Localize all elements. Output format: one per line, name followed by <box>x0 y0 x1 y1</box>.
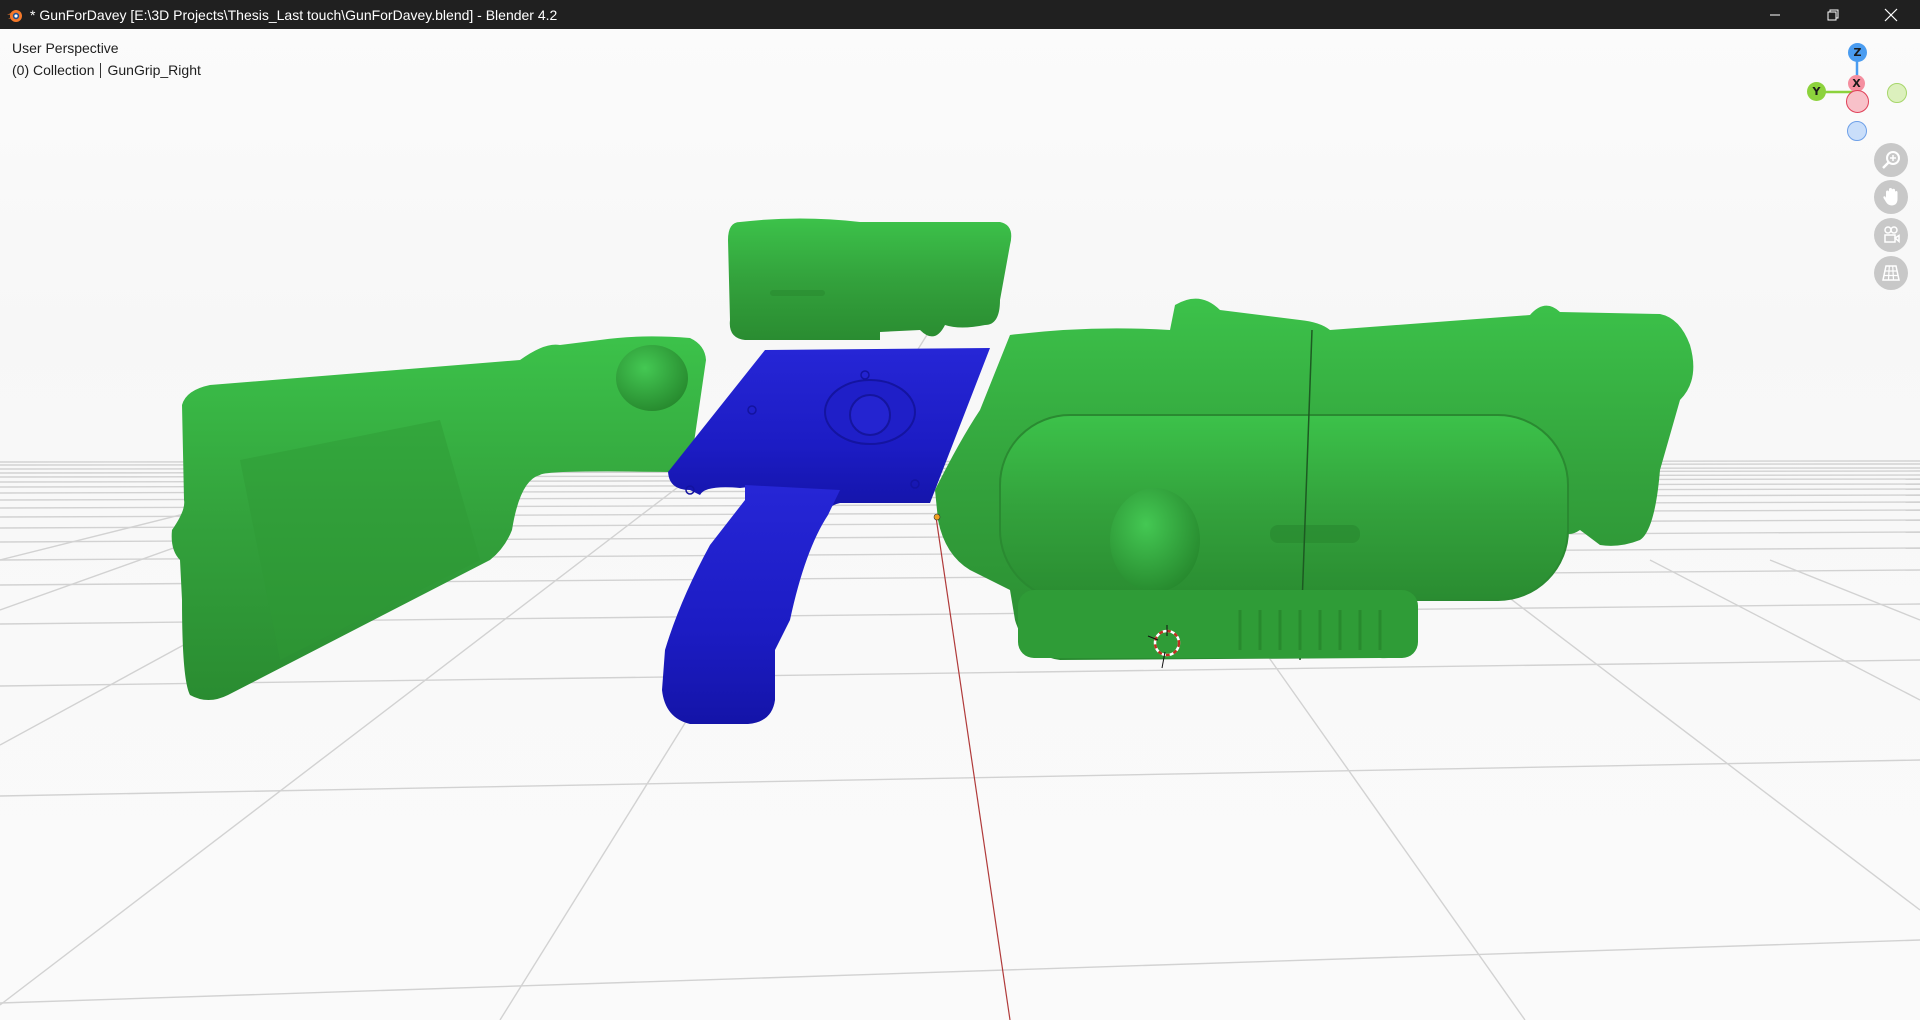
barrel-knob <box>1110 488 1200 592</box>
camera-icon <box>1884 226 1900 244</box>
separator <box>100 63 102 78</box>
restore-icon <box>1827 9 1839 20</box>
gizmo-neg-z[interactable] <box>1847 121 1867 141</box>
gizmo-y-axis[interactable]: Y <box>1807 82 1826 101</box>
close-button[interactable] <box>1862 0 1920 29</box>
object-origin <box>933 513 941 521</box>
title-bar: * GunForDavey [E:\3D Projects\Thesis_Las… <box>0 0 1920 29</box>
collection-info: (0) Collection GunGrip_Right <box>12 62 201 78</box>
gizmo-neg-x[interactable] <box>1846 90 1869 113</box>
camera-view-button[interactable] <box>1874 218 1908 252</box>
active-object-label: GunGrip_Right <box>107 62 201 78</box>
gun-grip-right-handle[interactable] <box>662 485 840 724</box>
scene-canvas <box>0 218 1920 1020</box>
view-name-label: User Perspective <box>12 40 119 56</box>
zoom-button[interactable] <box>1874 143 1908 177</box>
barrel-lower-box <box>1018 590 1418 658</box>
minimize-button[interactable] <box>1746 0 1804 29</box>
zoom-icon <box>1882 151 1900 169</box>
gun-scope[interactable] <box>728 218 1012 341</box>
ortho-toggle-button[interactable] <box>1874 256 1908 290</box>
navigation-gizmo[interactable]: X Z Y <box>1790 34 1920 154</box>
pan-button[interactable] <box>1874 180 1908 214</box>
gizmo-z-axis[interactable]: Z <box>1848 43 1867 62</box>
blender-logo-icon <box>6 6 24 24</box>
collection-label: (0) Collection <box>12 62 95 78</box>
minimize-icon <box>1770 14 1780 15</box>
hand-icon <box>1883 188 1898 206</box>
stock-knob <box>616 345 688 411</box>
x-axis-line <box>935 516 1011 1020</box>
close-icon <box>1884 8 1898 21</box>
grid-icon <box>1882 265 1900 281</box>
restore-button[interactable] <box>1804 0 1862 29</box>
barrel-capsule <box>999 414 1569 601</box>
gizmo-neg-y[interactable] <box>1887 83 1907 103</box>
scope-detail <box>770 290 825 296</box>
3d-viewport[interactable]: User Perspective (0) Collection GunGrip_R… <box>0 29 1920 1020</box>
window-title: * GunForDavey [E:\3D Projects\Thesis_Las… <box>30 6 558 23</box>
barrel-slot <box>1270 525 1360 543</box>
